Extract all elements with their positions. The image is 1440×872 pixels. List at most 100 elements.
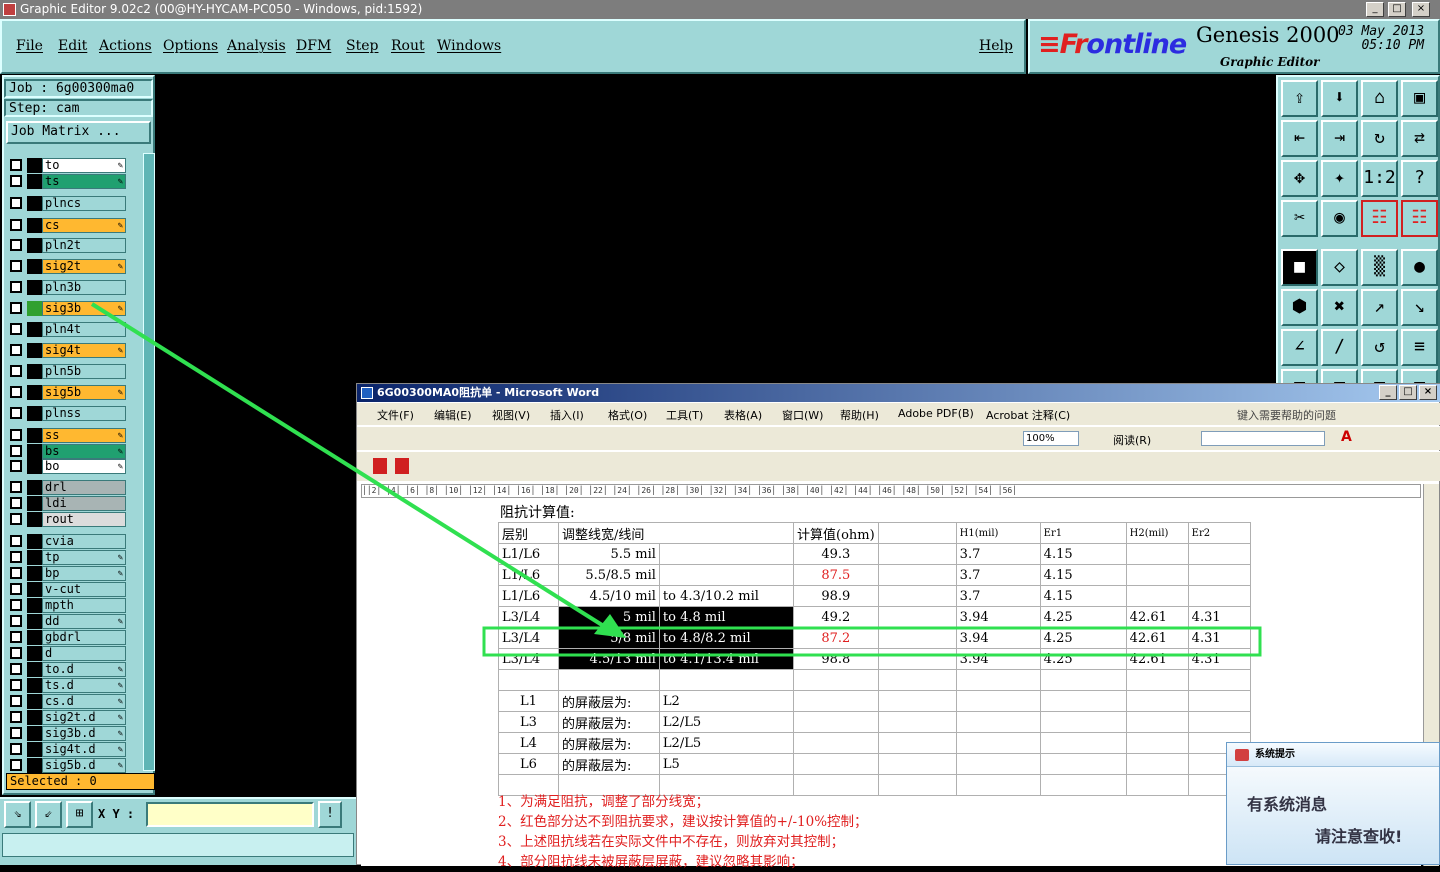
word-menu-insert[interactable]: 插入(I) <box>550 407 584 423</box>
mirror-icon[interactable]: ⇄ <box>1401 120 1438 157</box>
ruler-icon[interactable]: ▒ <box>1361 249 1398 286</box>
layer-checkbox[interactable] <box>10 497 22 509</box>
layer-name[interactable]: sig2t ✎ <box>42 259 126 274</box>
layer-row[interactable]: cs ✎ <box>8 217 128 233</box>
layer-name[interactable]: sig5b ✎ <box>42 385 126 400</box>
window-icon[interactable]: ▣ <box>1401 80 1438 117</box>
layer-swatch[interactable] <box>27 582 42 597</box>
job-matrix-button[interactable]: Job Matrix ... <box>6 121 151 144</box>
frontline-icon[interactable]: ≡ <box>1401 329 1438 366</box>
layer-row[interactable]: sig3b ✎ <box>8 300 128 316</box>
layer-swatch[interactable] <box>27 630 42 645</box>
layer-name[interactable]: plnss <box>42 406 126 421</box>
xy-input[interactable] <box>146 802 314 827</box>
layer-swatch[interactable] <box>27 614 42 629</box>
layer-row[interactable]: v-cut <box>8 581 128 597</box>
net2-icon[interactable]: ☷ <box>1401 200 1438 237</box>
menu-dfm[interactable]: DFM <box>296 38 331 54</box>
layer-row[interactable]: plncs <box>8 195 128 211</box>
word-menu-window[interactable]: 窗口(W) <box>782 407 823 423</box>
layer-swatch[interactable] <box>27 196 42 211</box>
layer-swatch[interactable] <box>27 742 42 757</box>
menu-windows[interactable]: Windows <box>437 38 501 54</box>
layer-row[interactable]: cs.d ✎ <box>8 693 128 709</box>
menu-analysis[interactable]: Analysis <box>227 38 286 54</box>
layer-checkbox[interactable] <box>10 711 22 723</box>
layer-row[interactable]: sig2t.d ✎ <box>8 709 128 725</box>
line-icon[interactable]: ↗ <box>1361 289 1398 326</box>
layer-checkbox[interactable] <box>10 599 22 611</box>
measure-icon[interactable]: ⇙ <box>35 801 62 828</box>
layer-name[interactable]: sig4t.d ✎ <box>42 742 126 757</box>
layer-swatch[interactable] <box>27 238 42 253</box>
dot-icon[interactable]: ● <box>1401 249 1438 286</box>
layer-row[interactable]: sig5b.d ✎ <box>8 757 128 773</box>
layer-row[interactable]: pln3b <box>8 279 128 295</box>
layer-row[interactable]: drl <box>8 479 128 495</box>
layer-checkbox[interactable] <box>10 551 22 563</box>
layer-swatch[interactable] <box>27 662 42 677</box>
layer-checkbox[interactable] <box>10 695 22 707</box>
layer-row[interactable]: bs ✎ <box>8 443 128 459</box>
layer-name[interactable]: to ✎ <box>42 158 126 173</box>
layer-swatch[interactable] <box>27 459 42 474</box>
layer-name[interactable]: pln2t <box>42 238 126 253</box>
layer-swatch[interactable] <box>27 385 42 400</box>
layer-name[interactable]: tp ✎ <box>42 550 126 565</box>
layer-swatch[interactable] <box>27 428 42 443</box>
layer-checkbox[interactable] <box>10 219 22 231</box>
help-search-box[interactable]: 键入需要帮助的问题 <box>1237 407 1336 423</box>
layer-checkbox[interactable] <box>10 759 22 771</box>
angle-icon[interactable]: ∠ <box>1281 329 1318 366</box>
layer-checkbox[interactable] <box>10 344 22 356</box>
layer-name[interactable]: ss ✎ <box>42 428 126 443</box>
layer-checkbox[interactable] <box>10 513 22 525</box>
layer-name[interactable]: sig2t.d ✎ <box>42 710 126 725</box>
snap-icon[interactable]: ⇘ <box>4 801 31 828</box>
layer-checkbox[interactable] <box>10 281 22 293</box>
layer-swatch[interactable] <box>27 646 42 661</box>
layer-swatch[interactable] <box>27 174 42 189</box>
line2-icon[interactable]: ↘ <box>1401 289 1438 326</box>
word-menu-adobe-pdf[interactable]: Adobe PDF(B) <box>898 407 974 420</box>
word-close-button[interactable]: × <box>1419 385 1437 400</box>
layer-checkbox[interactable] <box>10 460 22 472</box>
pdf-icon[interactable] <box>373 458 387 474</box>
slash-icon[interactable]: ∕ <box>1321 329 1358 366</box>
menu-file[interactable]: File <box>16 38 43 54</box>
layer-name[interactable]: d <box>42 646 126 661</box>
delete-icon[interactable]: ✖ <box>1321 289 1358 326</box>
layer-checkbox[interactable] <box>10 647 22 659</box>
layer-row[interactable]: ts ✎ <box>8 173 128 189</box>
layer-swatch[interactable] <box>27 444 42 459</box>
layer-swatch[interactable] <box>27 598 42 613</box>
layer-row[interactable]: bp ✎ <box>8 565 128 581</box>
rotate-icon[interactable]: ↻ <box>1361 120 1398 157</box>
layer-checkbox[interactable] <box>10 481 22 493</box>
layer-row[interactable]: to ✎ <box>8 157 128 173</box>
word-restore-button[interactable]: □ <box>1399 385 1417 400</box>
layer-name[interactable]: dd ✎ <box>42 614 126 629</box>
layer-swatch[interactable] <box>27 710 42 725</box>
layer-swatch[interactable] <box>27 280 42 295</box>
layer-checkbox[interactable] <box>10 615 22 627</box>
layer-swatch[interactable] <box>27 480 42 495</box>
layer-swatch[interactable] <box>27 694 42 709</box>
probe-icon[interactable]: ◉ <box>1321 200 1358 237</box>
layer-swatch[interactable] <box>27 726 42 741</box>
layer-name[interactable]: cs ✎ <box>42 218 126 233</box>
layer-row[interactable]: ts.d ✎ <box>8 677 128 693</box>
save-icon[interactable]: ⬇ <box>1321 80 1358 117</box>
layer-swatch[interactable] <box>27 406 42 421</box>
layer-name[interactable]: cs.d ✎ <box>42 694 126 709</box>
layer-checkbox[interactable] <box>10 197 22 209</box>
word-menu-acrobat[interactable]: Acrobat 注释(C) <box>986 407 1070 423</box>
import-icon[interactable]: ⇤ <box>1281 120 1318 157</box>
layer-name[interactable]: sig4t ✎ <box>42 343 126 358</box>
pdf-mail-icon[interactable] <box>395 458 409 474</box>
system-notice-popup[interactable]: 系统提示 有系统消息 请注意查收! <box>1226 742 1440 865</box>
close-button[interactable]: × <box>1412 2 1430 17</box>
menu-options[interactable]: Options <box>163 38 218 54</box>
layer-name[interactable]: ts.d ✎ <box>42 678 126 693</box>
layer-row[interactable]: ss ✎ <box>8 427 128 443</box>
